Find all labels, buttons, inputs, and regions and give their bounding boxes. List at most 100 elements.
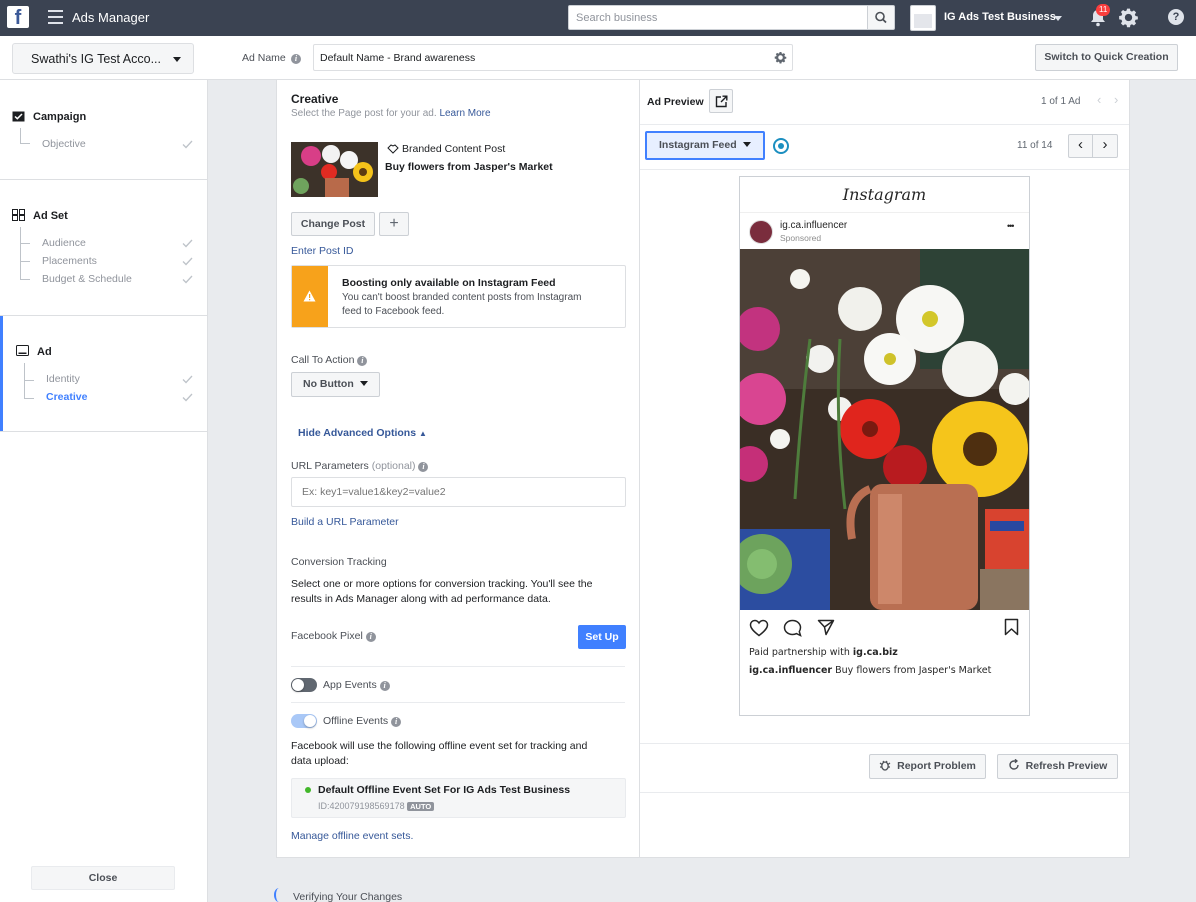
active-section-indicator	[0, 316, 3, 431]
status-dot	[305, 787, 311, 793]
pixel-setup-button[interactable]: Set Up	[578, 625, 626, 649]
nav-item-adset[interactable]: Ad Set	[12, 209, 68, 222]
menu-hamburger-icon[interactable]	[48, 10, 63, 24]
paid-partnership-text: Paid partnership with	[749, 647, 850, 658]
paid-partnership-line: Paid partnership with ig.ca.biz	[749, 647, 898, 658]
open-preview-button[interactable]	[709, 89, 733, 113]
enter-post-id-link[interactable]: Enter Post ID	[291, 245, 353, 257]
heart-icon[interactable]	[749, 619, 769, 637]
info-icon[interactable]: i	[379, 681, 390, 691]
creative-title: Creative	[291, 92, 339, 106]
ad-name-input[interactable]	[314, 45, 766, 70]
warning-title: Boosting only available on Instagram Fee…	[342, 277, 556, 289]
ad-editor-header: Swathi's IG Test Acco... Ad Name i Switc…	[0, 36, 1196, 80]
offline-desc-line-2: data upload:	[291, 755, 349, 767]
ad-preview-title: Ad Preview	[647, 96, 704, 108]
warning-icon	[303, 290, 316, 302]
url-parameters-field[interactable]	[291, 477, 626, 507]
bookmark-icon[interactable]	[1004, 618, 1019, 636]
help-icon[interactable]: ?	[1168, 9, 1184, 25]
report-problem-button[interactable]: Report Problem	[869, 754, 986, 779]
manage-offline-event-sets-link[interactable]: Manage offline event sets.	[291, 830, 413, 842]
info-icon[interactable]: i	[391, 717, 402, 727]
close-button[interactable]: Close	[31, 866, 175, 890]
learn-more-link[interactable]: Learn More	[439, 108, 490, 119]
ad-account-selector[interactable]: Swathi's IG Test Acco...	[12, 43, 194, 74]
gear-icon[interactable]	[774, 51, 787, 64]
divider	[640, 743, 1129, 744]
warning-body-line-1: You can't boost branded content posts fr…	[342, 292, 582, 303]
business-search-input[interactable]	[569, 6, 867, 29]
nav-item-audience[interactable]: Audience	[42, 237, 86, 249]
ad-preview-panel: Ad Preview 1 of 1 Ad ‹ › Instagram Feed …	[640, 80, 1130, 858]
ad-name-field[interactable]	[313, 44, 793, 71]
info-icon[interactable]: i	[365, 632, 376, 642]
check-icon	[182, 393, 193, 402]
notification-count-badge: 11	[1096, 4, 1111, 16]
more-options-icon[interactable]: •••	[1007, 221, 1015, 231]
refresh-preview-button[interactable]: Refresh Preview	[997, 754, 1118, 779]
ad-monitor-icon	[16, 345, 29, 356]
creative-subtitle: Select the Page post for your ad. Learn …	[291, 108, 491, 119]
nav-item-campaign[interactable]: Campaign	[12, 110, 86, 123]
nav-section-ad: Ad Identity Creative	[0, 316, 208, 432]
prev-ad-chevron-icon[interactable]: ‹	[1097, 92, 1101, 107]
build-url-parameter-link[interactable]: Build a URL Parameter	[291, 516, 399, 528]
cta-value: No Button	[303, 378, 354, 390]
nav-item-budget-schedule[interactable]: Budget & Schedule	[42, 273, 132, 285]
business-search-input-wrapper[interactable]	[568, 5, 868, 30]
offline-events-toggle[interactable]	[291, 714, 317, 728]
nav-item-ad[interactable]: Ad	[16, 345, 52, 358]
tree-line	[20, 227, 30, 244]
handshake-icon	[387, 144, 399, 154]
search-button[interactable]	[867, 5, 895, 30]
url-params-label-text: URL Parameters	[291, 460, 369, 472]
nav-item-creative[interactable]: Creative	[46, 391, 87, 403]
check-icon	[182, 140, 193, 149]
next-ad-chevron-icon[interactable]: ›	[1114, 92, 1118, 107]
flower-thumbnail-image	[291, 142, 378, 197]
nav-item-placements[interactable]: Placements	[42, 255, 97, 267]
post-type: Branded Content Post	[387, 143, 505, 155]
chevron-down-icon	[1054, 16, 1062, 21]
share-icon[interactable]	[817, 619, 835, 636]
settings-gear-icon[interactable]	[1118, 7, 1139, 28]
caption-username[interactable]: ig.ca.influencer	[749, 665, 832, 676]
next-placement-button[interactable]: ›	[1092, 134, 1118, 158]
add-post-button[interactable]: +	[379, 212, 409, 236]
chevron-down-icon	[359, 381, 368, 386]
partner-name[interactable]: ig.ca.biz	[853, 647, 898, 658]
adset-grid-icon	[12, 209, 25, 221]
switch-to-quick-creation-button[interactable]: Switch to Quick Creation	[1035, 44, 1178, 71]
report-problem-label: Report Problem	[897, 760, 976, 772]
placement-count: 11 of 14	[1017, 140, 1053, 151]
info-icon[interactable]: i	[357, 356, 368, 366]
hide-advanced-options-link[interactable]: Hide Advanced Options ▲	[298, 427, 427, 439]
instagram-logo: Instagram	[842, 185, 927, 204]
nav-item-identity[interactable]: Identity	[46, 373, 80, 385]
facebook-logo-icon[interactable]: f	[7, 6, 29, 29]
change-post-button[interactable]: Change Post	[291, 212, 375, 236]
info-icon[interactable]: i	[291, 54, 301, 64]
nav-item-objective[interactable]: Objective	[42, 138, 86, 150]
business-switcher[interactable]: IG Ads Test Business	[910, 4, 1070, 32]
placement-dropdown[interactable]: Instagram Feed	[645, 131, 765, 160]
divider	[640, 169, 1129, 170]
warning-body-line-2: feed to Facebook feed.	[342, 306, 445, 317]
cta-label-text: Call To Action	[291, 354, 355, 366]
placement-radio-icon[interactable]	[773, 138, 789, 154]
call-to-action-dropdown[interactable]: No Button	[291, 372, 380, 397]
chevron-up-icon: ▲	[418, 429, 427, 438]
ig-caption: ig.ca.influencer Buy flowers from Jasper…	[749, 665, 991, 676]
info-icon[interactable]: i	[418, 462, 429, 472]
prev-placement-button[interactable]: ‹	[1068, 134, 1093, 158]
offline-event-set-card[interactable]: Default Offline Event Set For IG Ads Tes…	[291, 778, 626, 818]
url-params-optional: (optional)	[371, 460, 416, 472]
call-to-action-label: Call To Action i	[291, 354, 368, 366]
campaign-check-box-icon	[12, 111, 25, 122]
comment-icon[interactable]	[783, 619, 802, 637]
tree-line	[24, 363, 34, 381]
app-events-toggle[interactable]	[291, 678, 317, 692]
loading-spinner-icon	[274, 888, 284, 902]
url-parameters-input[interactable]	[292, 478, 625, 506]
